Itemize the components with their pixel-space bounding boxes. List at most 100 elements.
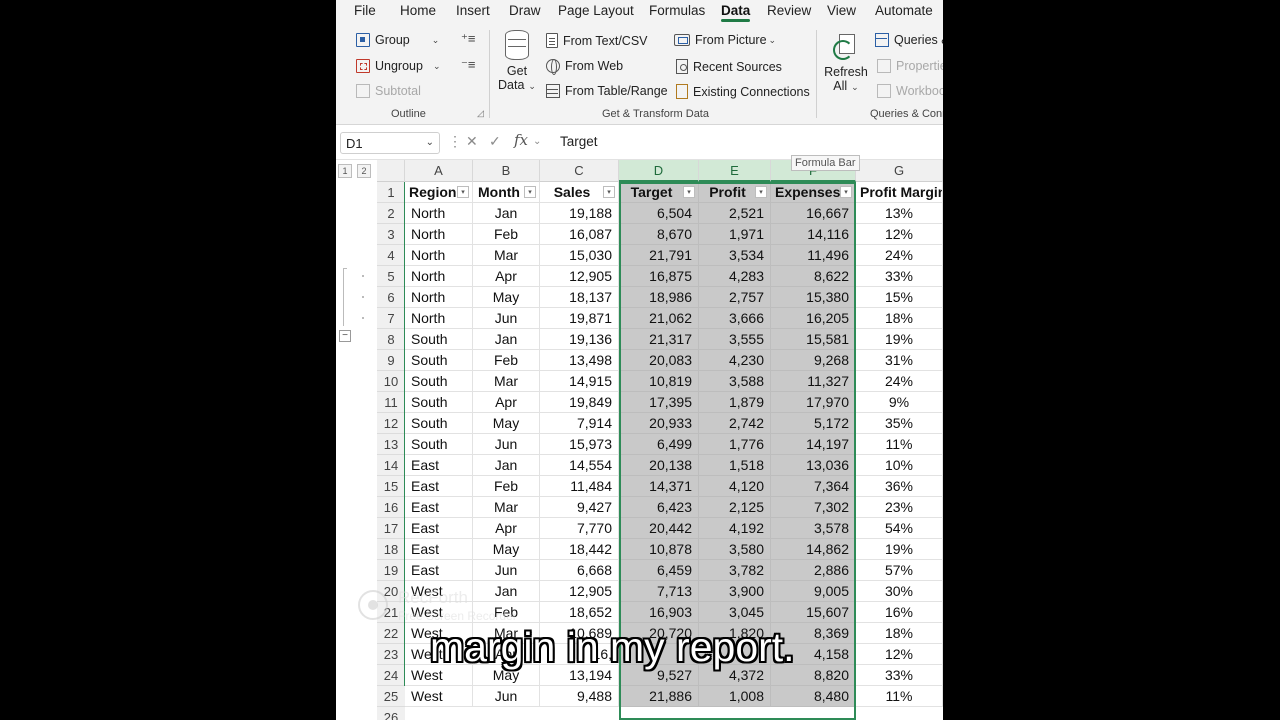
cell[interactable]: 3,555 [699, 329, 771, 350]
cell[interactable]: 13,036 [771, 455, 856, 476]
cell[interactable]: East [405, 518, 473, 539]
tab-automate[interactable]: Automate [875, 3, 933, 18]
cell[interactable]: 2,742 [699, 413, 771, 434]
cell[interactable]: 20,083 [619, 350, 699, 371]
cell[interactable]: 23% [856, 497, 943, 518]
cell[interactable]: 19% [856, 329, 943, 350]
tab-view[interactable]: View [827, 3, 856, 18]
outline-level-1-button[interactable]: 1 [338, 164, 352, 178]
cell[interactable]: West [405, 602, 473, 623]
cell[interactable]: South [405, 434, 473, 455]
cell[interactable]: 15,607 [771, 602, 856, 623]
cell[interactable]: 17,395 [619, 392, 699, 413]
filter-dropdown-icon[interactable]: ▾ [755, 186, 767, 198]
cell[interactable]: Feb [473, 350, 540, 371]
cell[interactable]: 2,757 [699, 287, 771, 308]
row-header[interactable]: 8 [377, 329, 405, 350]
tab-data[interactable]: Data [721, 3, 751, 22]
row-header[interactable]: 18 [377, 539, 405, 560]
cell[interactable]: 35% [856, 413, 943, 434]
row-header[interactable]: 6 [377, 287, 405, 308]
column-header-d[interactable]: D [619, 160, 699, 182]
cell[interactable]: 20,138 [619, 455, 699, 476]
cell[interactable]: 7,914 [540, 413, 619, 434]
hide-detail-icon[interactable]: ⁻≡ [461, 57, 475, 73]
cell[interactable]: 3,578 [771, 518, 856, 539]
row-header[interactable]: 15 [377, 476, 405, 497]
header-cell[interactable]: Profit Margin [856, 182, 943, 203]
cell[interactable]: 6,668 [540, 560, 619, 581]
existing-connections-button[interactable]: Existing Connections [676, 84, 810, 99]
group-button[interactable]: Group ⌄ [356, 33, 439, 47]
cell[interactable]: May [473, 413, 540, 434]
tab-page-layout[interactable]: Page Layout [558, 3, 634, 18]
ungroup-button[interactable]: Ungroup ⌄ [356, 59, 441, 73]
cell[interactable]: 9% [856, 392, 943, 413]
cell[interactable]: Feb [473, 224, 540, 245]
cell[interactable]: 12,905 [540, 581, 619, 602]
from-text-csv-button[interactable]: From Text/CSV [546, 33, 648, 48]
row-header[interactable]: 22 [377, 623, 405, 644]
row-header[interactable]: 5 [377, 266, 405, 287]
cell[interactable]: 18% [856, 308, 943, 329]
tab-review[interactable]: Review [767, 3, 811, 18]
cell[interactable]: 8,670 [619, 224, 699, 245]
cell[interactable]: 11% [856, 686, 943, 707]
cell[interactable]: 10,819 [619, 371, 699, 392]
cell[interactable]: 14,915 [540, 371, 619, 392]
cell[interactable]: 10% [856, 455, 943, 476]
cell[interactable]: 19,849 [540, 392, 619, 413]
row-header[interactable]: 19 [377, 560, 405, 581]
collapse-group-button[interactable]: − [339, 330, 351, 342]
cell[interactable]: Jun [473, 686, 540, 707]
filter-dropdown-icon[interactable]: ▾ [524, 186, 536, 198]
subtotal-button[interactable]: Subtotal [356, 84, 421, 98]
cell[interactable]: North [405, 287, 473, 308]
cell[interactable]: 3,666 [699, 308, 771, 329]
tab-home[interactable]: Home [400, 3, 436, 18]
cell[interactable]: 15,581 [771, 329, 856, 350]
column-header-c[interactable]: C [540, 160, 619, 182]
cell[interactable]: 15,030 [540, 245, 619, 266]
dialog-launcher-icon[interactable]: ◿ [477, 108, 484, 119]
row-header[interactable]: 23 [377, 644, 405, 665]
cell[interactable]: 13,498 [540, 350, 619, 371]
cell[interactable]: 7,302 [771, 497, 856, 518]
cell[interactable]: 11,484 [540, 476, 619, 497]
cell[interactable]: North [405, 266, 473, 287]
cell[interactable]: 4,283 [699, 266, 771, 287]
chevron-down-icon[interactable]: ⌄ [533, 136, 541, 147]
cell[interactable]: 4,192 [699, 518, 771, 539]
cell[interactable]: East [405, 560, 473, 581]
cell[interactable]: May [473, 287, 540, 308]
cell[interactable]: South [405, 413, 473, 434]
filter-dropdown-icon[interactable]: ▾ [683, 186, 695, 198]
cell[interactable]: 7,713 [619, 581, 699, 602]
row-header[interactable]: 13 [377, 434, 405, 455]
header-cell[interactable]: Sales ▾ [540, 182, 619, 203]
cell[interactable]: 11% [856, 434, 943, 455]
cell[interactable]: 14,554 [540, 455, 619, 476]
cell[interactable]: South [405, 350, 473, 371]
tab-insert[interactable]: Insert [456, 3, 490, 18]
cell[interactable]: North [405, 308, 473, 329]
cell[interactable]: West [405, 686, 473, 707]
cell[interactable]: 1,008 [699, 686, 771, 707]
cell[interactable]: 6,499 [619, 434, 699, 455]
cancel-icon[interactable]: ✕ [466, 133, 478, 150]
row-header[interactable]: 7 [377, 308, 405, 329]
cell[interactable]: 15,380 [771, 287, 856, 308]
header-cell[interactable]: Month ▾ [473, 182, 540, 203]
cell[interactable]: Jan [473, 455, 540, 476]
cell[interactable]: Apr [473, 266, 540, 287]
cell[interactable]: 2,521 [699, 203, 771, 224]
header-cell[interactable]: Expenses ▾ [771, 182, 856, 203]
cell[interactable]: 16,205 [771, 308, 856, 329]
cell[interactable]: South [405, 329, 473, 350]
cell[interactable]: North [405, 245, 473, 266]
cell[interactable]: 19% [856, 539, 943, 560]
tab-formulas[interactable]: Formulas [649, 3, 705, 18]
header-cell[interactable]: Profit ▾ [699, 182, 771, 203]
from-picture-button[interactable]: From Picture ⌄ [674, 33, 776, 47]
cell[interactable]: 30% [856, 581, 943, 602]
